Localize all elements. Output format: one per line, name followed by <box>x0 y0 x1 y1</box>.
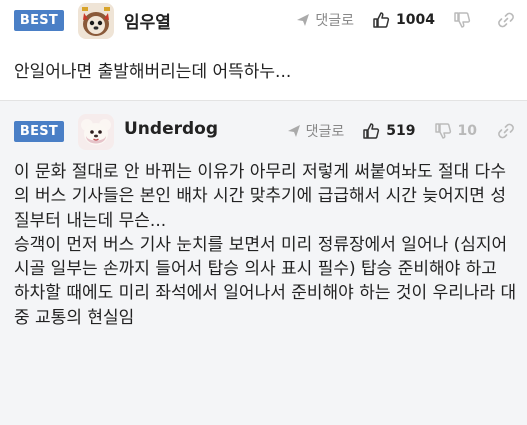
nickname[interactable]: 임우열 <box>124 8 171 33</box>
like-count: 519 <box>386 123 416 139</box>
like-button[interactable]: 1004 <box>372 11 435 29</box>
share-link-button[interactable] <box>497 122 515 140</box>
link-icon <box>498 123 514 139</box>
thumbs-up-icon <box>373 12 390 28</box>
avatar[interactable] <box>78 114 114 150</box>
share-link-button[interactable] <box>497 11 515 29</box>
reply-button[interactable]: 댓글로 <box>287 121 345 141</box>
dislike-button[interactable]: 10 <box>434 122 477 140</box>
comment-text: 안일어나면 출발해버리는데 어뜩하누... <box>14 62 292 82</box>
nickname[interactable]: Underdog <box>124 119 218 139</box>
best-badge: BEST <box>14 121 64 142</box>
reply-label: 댓글로 <box>315 13 355 29</box>
comment-actions: 댓글로 519 10 <box>287 119 527 143</box>
like-button[interactable]: 519 <box>362 122 416 140</box>
comment-text: 이 문화 절대로 안 바뀌는 이유가 아무리 저렇게 써붙여놔도 절대 다수의 … <box>14 162 517 328</box>
reply-label: 댓글로 <box>305 124 345 140</box>
avatar[interactable] <box>78 3 114 39</box>
thumbs-down-icon <box>454 12 471 28</box>
like-count: 1004 <box>396 12 435 28</box>
dislike-count: 10 <box>457 123 477 139</box>
comment-item: BEST 임우열 댓글로 1004 안일어나면 출발해버리는데 어뜩하누... <box>0 0 527 101</box>
reply-arrow-icon <box>287 125 300 137</box>
comment-header: BEST 임우열 댓글로 1004 <box>0 0 527 40</box>
comment-actions: 댓글로 1004 <box>296 8 527 32</box>
link-icon <box>498 12 514 28</box>
comment-item: BEST Underdog 댓글로 519 10 이 문화 절대로 안 바뀌는 … <box>0 101 527 425</box>
dislike-button[interactable] <box>453 11 477 29</box>
best-badge: BEST <box>14 10 64 31</box>
thumbs-up-icon <box>363 123 380 139</box>
thumbs-down-icon <box>434 123 451 139</box>
reply-button[interactable]: 댓글로 <box>296 10 354 30</box>
reply-arrow-icon <box>297 14 310 26</box>
comment-header: BEST Underdog 댓글로 519 10 <box>0 111 527 151</box>
